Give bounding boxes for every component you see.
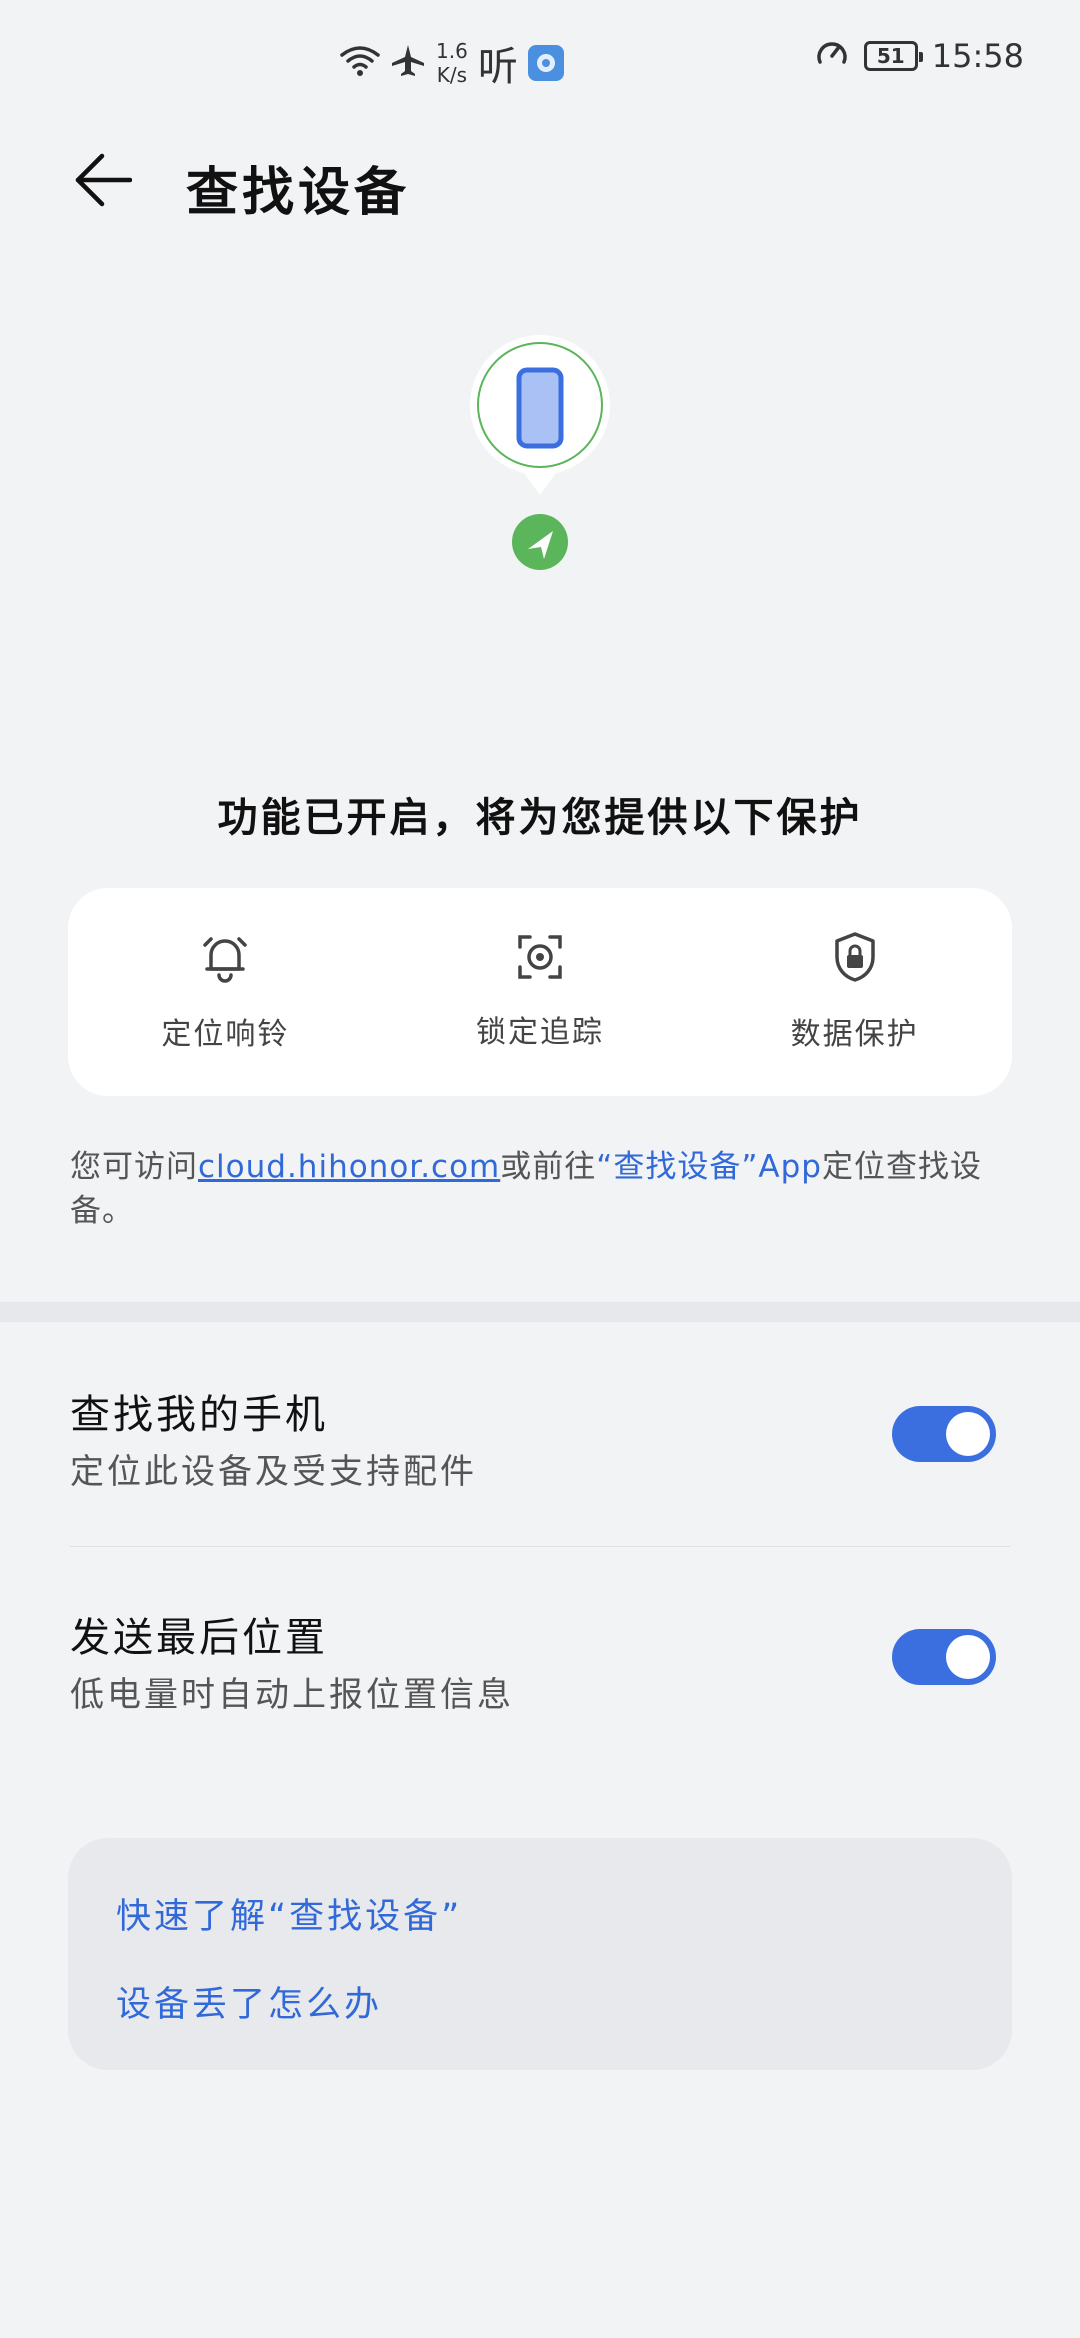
help-card: 快速了解“查找设备” 设备丢了怎么办 [68, 1838, 1012, 2070]
feature-label: 数据保护 [790, 1017, 919, 1052]
toggle-knob [946, 1635, 990, 1679]
toggle-knob [946, 1412, 990, 1456]
row-divider [70, 1546, 1010, 1547]
status-bar: 1.6 K/s 听 51 15:58 [0, 0, 1080, 120]
section-divider [0, 1302, 1080, 1322]
back-arrow-icon [75, 153, 132, 207]
feature-label: 锁定追踪 [476, 1015, 604, 1050]
battery-indicator: 51 [863, 41, 923, 71]
map-illustration [59, 275, 1021, 745]
feature-label: 定位响铃 [161, 1017, 290, 1052]
lost-device-link[interactable]: 设备丢了怎么办 [116, 1976, 382, 2027]
net-speed-value: 1.6 [436, 39, 468, 63]
ting-label: 听 [477, 44, 518, 90]
app-notification-icon [527, 45, 564, 81]
shield-lock-icon [833, 931, 877, 987]
status-right: 51 15:58 [814, 36, 1024, 76]
find-device-app-link[interactable]: “查找设备”App [596, 1149, 822, 1185]
feature-lock-track: 锁定追踪 [383, 888, 698, 1096]
airplane-icon [390, 43, 426, 83]
network-speed: 1.6 K/s [436, 39, 468, 87]
send-last-location-toggle[interactable] [892, 1629, 996, 1685]
status-icons: 1.6 K/s 听 [340, 34, 564, 92]
clock: 15:58 [931, 37, 1024, 75]
target-icon [516, 933, 564, 985]
info-middle: 或前往 [500, 1149, 597, 1185]
info-prefix: 您可访问 [70, 1149, 198, 1185]
battery-level: 51 [876, 44, 905, 68]
back-button[interactable] [70, 148, 134, 212]
page-title: 查找设备 [186, 163, 411, 223]
wifi-icon [340, 45, 380, 81]
setting-title: 发送最后位置 [70, 1615, 328, 1661]
find-my-phone-toggle[interactable] [892, 1406, 996, 1462]
setting-title: 查找我的手机 [70, 1392, 328, 1438]
learn-find-device-link[interactable]: 快速了解“查找设备” [116, 1888, 462, 1939]
setting-subtitle: 定位此设备及受支持配件 [70, 1452, 477, 1492]
bell-icon [201, 931, 249, 987]
cloud-link[interactable]: cloud.hihonor.com [198, 1149, 500, 1185]
feature-ring: 定位响铃 [68, 888, 383, 1096]
protection-tagline: 功能已开启，将为您提供以下保护 [217, 795, 863, 841]
features-card: 定位响铃 锁定追踪 数据保护 [68, 888, 1012, 1096]
setting-subtitle: 低电量时自动上报位置信息 [70, 1675, 514, 1715]
header: 查找设备 [0, 140, 1080, 223]
setting-send-last-location[interactable]: 发送最后位置 低电量时自动上报位置信息 [70, 1605, 1010, 1745]
speedometer-icon [814, 36, 850, 76]
info-text: 您可访问cloud.hihonor.com或前往“查找设备”App定位查找设备。 [70, 1145, 1010, 1233]
feature-data-protection: 数据保护 [697, 888, 1012, 1096]
net-speed-unit: K/s [436, 63, 468, 87]
setting-find-my-phone[interactable]: 查找我的手机 定位此设备及受支持配件 [70, 1382, 1010, 1522]
